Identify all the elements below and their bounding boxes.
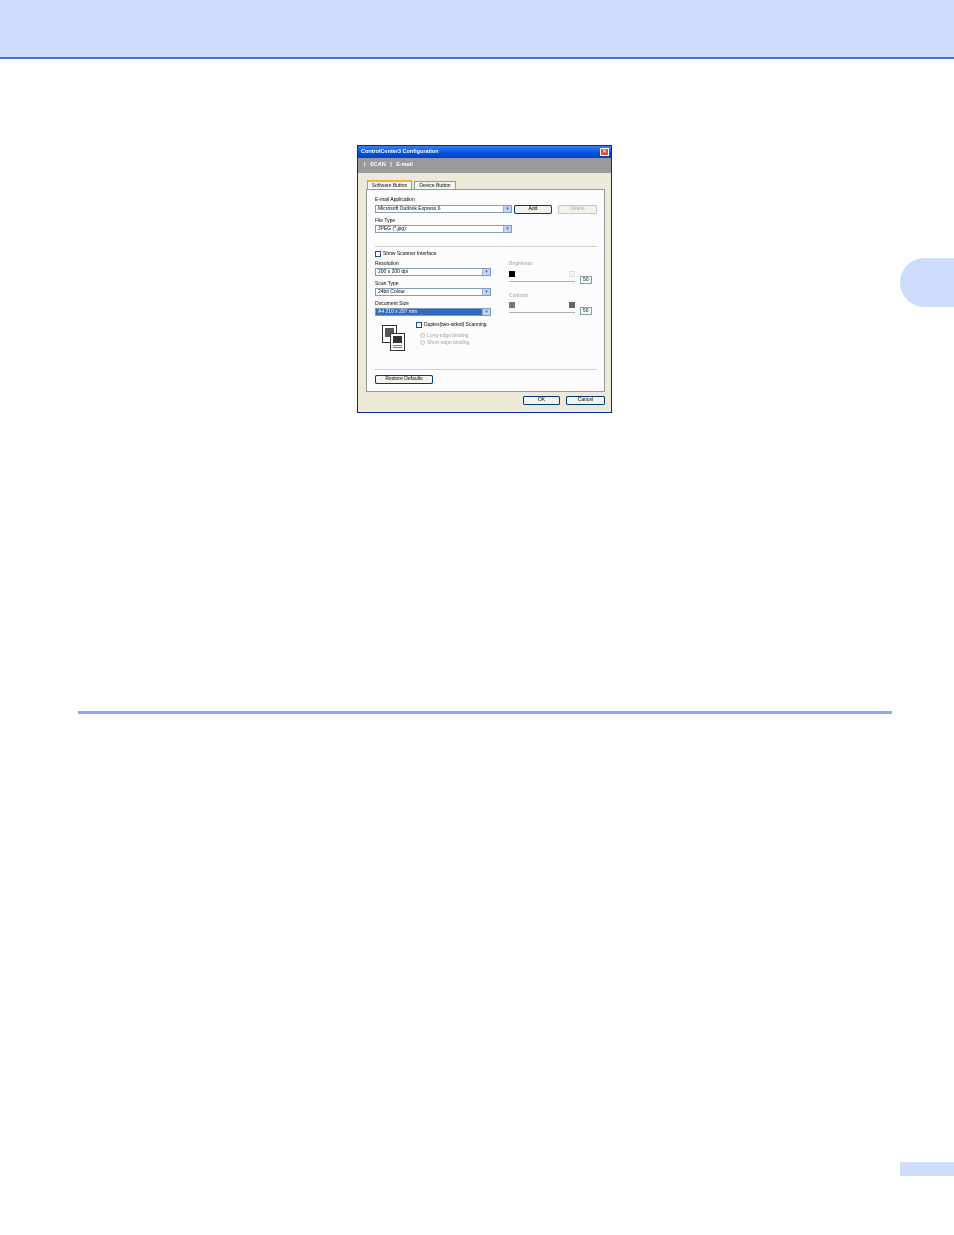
email-application-value: Microsoft Outlook Express 6 — [378, 206, 441, 212]
brightness-dark-swatch — [509, 271, 515, 277]
brightness-slider[interactable] — [509, 281, 575, 282]
long-edge-label: Long-edge binding — [427, 333, 469, 339]
resolution-value: 200 x 200 dpi — [378, 269, 409, 275]
show-scanner-interface-label: Show Scanner Interface — [383, 251, 437, 257]
page-header-band — [0, 0, 954, 59]
chevron-down-icon: ▾ — [482, 269, 490, 275]
duplex-scanning-label: Duplex(two-sided) Scanning — [424, 322, 487, 328]
separator — [375, 369, 597, 371]
brightness-light-swatch — [569, 271, 575, 277]
chevron-down-icon: ▾ — [482, 309, 490, 315]
contrast-low-swatch — [509, 302, 515, 308]
long-edge-radio[interactable] — [420, 333, 425, 338]
breadcrumb-email: E-mail — [396, 162, 413, 168]
chevron-down-icon: ▾ — [503, 206, 511, 212]
document-size-value: A4 210 x 297 mm — [378, 309, 418, 315]
scan-type-select[interactable]: 24bit Colour ▾ — [375, 288, 491, 296]
short-edge-radio[interactable] — [420, 340, 425, 345]
ok-button[interactable]: OK — [523, 396, 560, 405]
duplex-scanning-checkbox[interactable] — [416, 322, 422, 328]
tab-software-button[interactable]: Software Button — [367, 180, 412, 189]
brightness-value[interactable]: 50 — [580, 276, 592, 284]
document-back-icon — [390, 333, 405, 351]
configuration-dialog: ControlCenter3 Configuration ✕ | SCAN | … — [357, 145, 612, 413]
email-application-label: E-mail Application — [375, 197, 415, 203]
dialog-title: ControlCenter3 Configuration — [361, 149, 439, 155]
tab-device-button[interactable]: Device Button — [414, 181, 456, 189]
document-size-select[interactable]: A4 210 x 297 mm ▾ — [375, 308, 491, 316]
chevron-down-icon: ▾ — [482, 289, 490, 295]
breadcrumb: | SCAN | E-mail — [358, 158, 611, 173]
breadcrumb-scan: SCAN — [370, 162, 386, 168]
show-scanner-interface-checkbox[interactable] — [375, 251, 381, 257]
contrast-value[interactable]: 50 — [580, 307, 592, 315]
chevron-down-icon: ▾ — [503, 226, 511, 232]
section-divider — [78, 711, 892, 714]
breadcrumb-separator: | — [364, 162, 366, 168]
contrast-ticks: . . . . . . . . . . — [509, 314, 588, 319]
file-type-label: File Type — [375, 218, 396, 224]
delete-button[interactable]: Delete — [558, 205, 597, 214]
document-size-label: Document Size — [375, 301, 409, 307]
close-icon[interactable]: ✕ — [600, 148, 609, 156]
short-edge-label: Short-edge binding — [427, 340, 470, 346]
contrast-label: Contrast — [509, 293, 528, 299]
resolution-select[interactable]: 200 x 200 dpi ▾ — [375, 268, 491, 276]
resolution-label: Resolution — [375, 261, 399, 267]
contrast-high-swatch — [569, 302, 575, 308]
dialog-title-bar: ControlCenter3 Configuration ✕ — [358, 146, 611, 158]
page-number-tab — [900, 1162, 954, 1176]
brightness-label: Brightness — [509, 261, 533, 267]
email-application-select[interactable]: Microsoft Outlook Express 6 ▾ — [375, 205, 512, 213]
brightness-ticks: . . . . . . . . . . — [509, 283, 588, 288]
file-type-value: JPEG (*.jpg) — [378, 226, 406, 232]
chapter-tab — [900, 258, 954, 307]
separator — [375, 246, 597, 248]
file-type-select[interactable]: JPEG (*.jpg) ▾ — [375, 225, 512, 233]
tab-panel: E-mail Application Microsoft Outlook Exp… — [366, 189, 605, 392]
contrast-slider[interactable] — [509, 312, 575, 313]
restore-defaults-button[interactable]: Restore Defaults — [375, 375, 433, 384]
add-button[interactable]: Add — [514, 205, 552, 214]
breadcrumb-separator: | — [390, 162, 392, 168]
cancel-button[interactable]: Cancel — [566, 396, 605, 405]
scan-type-value: 24bit Colour — [378, 289, 405, 295]
scan-type-label: Scan Type — [375, 281, 399, 287]
